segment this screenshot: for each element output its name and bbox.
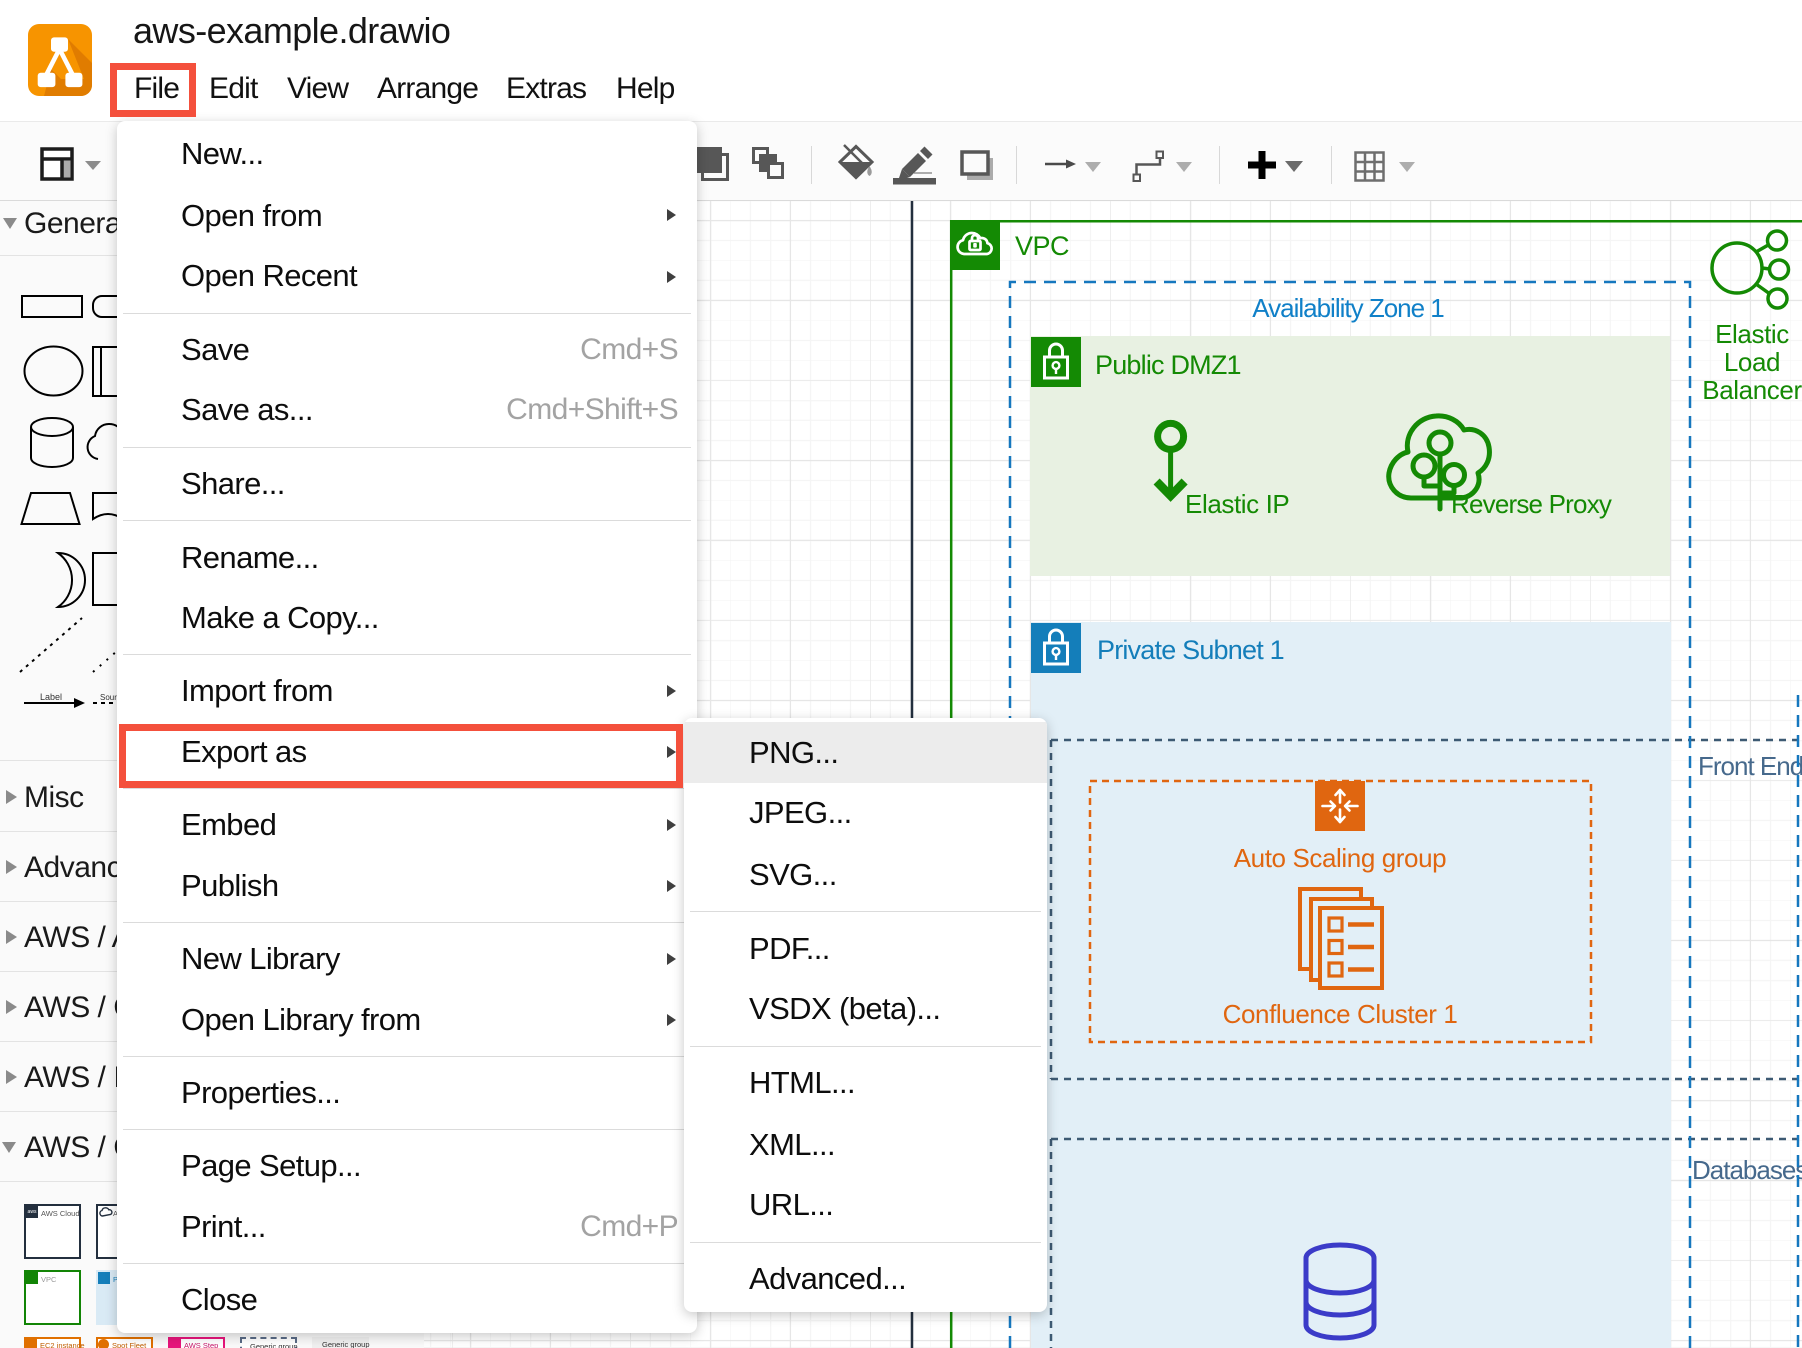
svg-text:Balancer: Balancer	[1702, 375, 1802, 405]
svg-text:Reverse Proxy: Reverse Proxy	[1451, 489, 1612, 519]
svg-text:Elastic IP: Elastic IP	[1185, 489, 1289, 519]
svg-text:Load: Load	[1724, 347, 1780, 377]
svg-text:Front End: Front End	[1698, 751, 1802, 781]
svg-text:VPC: VPC	[1015, 231, 1069, 261]
svg-text:Label: Label	[40, 692, 62, 702]
svg-text:Confluence Cluster 1: Confluence Cluster 1	[1223, 999, 1458, 1029]
svg-text:Public DMZ1: Public DMZ1	[1095, 350, 1241, 380]
svg-text:Availability Zone 1: Availability Zone 1	[1252, 293, 1444, 323]
svg-text:Private Subnet 1: Private Subnet 1	[1097, 635, 1284, 665]
svg-text:Elastic: Elastic	[1715, 319, 1789, 349]
svg-text:Auto Scaling group: Auto Scaling group	[1234, 843, 1447, 873]
svg-text:Databases: Databases	[1692, 1155, 1802, 1185]
